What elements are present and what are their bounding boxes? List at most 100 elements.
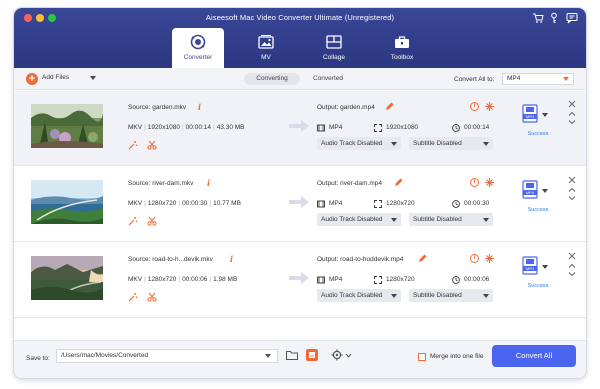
file-row[interactable]: Source: garden.mkv i MKV | 1920x1080 | 00:00… (14, 91, 586, 166)
scissors-icon[interactable] (147, 216, 157, 226)
source-resolution: 1280x720 (147, 200, 177, 207)
compress-icon[interactable] (485, 254, 494, 263)
convert-all-format-value: MP4 (507, 75, 521, 82)
audio-track-select[interactable]: Audio Track Disabled (317, 137, 401, 150)
source-resolution: 1280x720 (147, 276, 177, 283)
chevron-down-icon[interactable] (568, 194, 576, 202)
output-resolution: 1280x720 (386, 276, 415, 283)
file-row[interactable]: Source: road-to-h...devik.mkv i MKV | 1280… (14, 243, 586, 318)
pencil-icon[interactable] (385, 102, 394, 111)
app-window: Aiseesoft Mac Video Converter Ultimate (… (14, 8, 586, 378)
tab-converter-label: Converter (183, 54, 213, 61)
compress-icon[interactable] (485, 102, 494, 111)
chevron-down-icon (483, 294, 489, 298)
convert-all-format-select[interactable]: MP4 (502, 73, 574, 85)
output-resolution: 1280x720 (386, 200, 415, 207)
file-row[interactable]: Source: river-dam.mkv i MKV | 1280x720 | 00:… (14, 167, 586, 242)
save-path-select[interactable]: /Users/mac/Movies/Converted (56, 349, 278, 363)
film-icon (317, 200, 325, 208)
source-format: MKV (128, 276, 143, 283)
close-icon[interactable] (568, 176, 576, 184)
pencil-icon[interactable] (418, 254, 427, 263)
tab-collage[interactable]: Collage (308, 28, 360, 68)
chevron-down-icon[interactable] (90, 76, 96, 80)
magic-wand-icon[interactable] (128, 216, 138, 226)
source-format: MKV (128, 124, 143, 131)
source-size: 10.77 MB (213, 200, 241, 207)
key-icon[interactable] (548, 12, 560, 24)
info-circle-icon[interactable]: i (470, 102, 479, 111)
source-filename: Source: road-to-h...devik.mkv (128, 256, 213, 263)
chevron-up-icon[interactable] (568, 110, 576, 118)
chevron-down-icon (483, 218, 489, 222)
resize-icon (374, 124, 382, 132)
close-icon[interactable] (568, 252, 576, 260)
output-format-icon[interactable]: MP4 (522, 180, 538, 199)
source-resolution: 1920x1080 (147, 124, 180, 131)
chevron-up-icon[interactable] (568, 186, 576, 194)
tab-converter[interactable]: Converter (172, 28, 224, 68)
info-icon[interactable]: i (198, 102, 201, 112)
output-format: MP4 (329, 276, 343, 283)
title-bar: Aiseesoft Mac Video Converter Ultimate (… (14, 8, 586, 68)
tab-toolbox[interactable]: Toolbox (376, 28, 428, 68)
output-format-icon[interactable]: MP4 (522, 104, 538, 123)
subtitle-select[interactable]: Subtitle Disabled (409, 137, 493, 150)
close-icon[interactable] (568, 100, 576, 108)
folder-icon[interactable] (285, 348, 299, 362)
output-filename: Output: river-dam.mp4 (317, 180, 383, 187)
arrow-right-icon (288, 195, 310, 209)
video-thumbnail (31, 104, 103, 148)
audio-track-select[interactable]: Audio Track Disabled (317, 213, 401, 226)
tab-mv-label: MV (261, 54, 271, 61)
bottom-bar: Save to: /Users/mac/Movies/Converted on … (14, 340, 586, 378)
hardware-acceleration-icon[interactable]: on (305, 348, 319, 362)
tab-converted[interactable]: Converted (300, 73, 356, 85)
compress-icon[interactable] (485, 178, 494, 187)
magic-wand-icon[interactable] (128, 292, 138, 302)
chevron-down-icon[interactable] (542, 189, 548, 193)
source-format: MKV (128, 200, 143, 207)
gear-icon[interactable] (330, 348, 354, 362)
chevron-up-icon[interactable] (568, 262, 576, 270)
source-duration: 00:00:14 (185, 124, 211, 131)
source-size: 1.98 MB (213, 276, 238, 283)
scissors-icon[interactable] (147, 292, 157, 302)
audio-track-value: Audio Track Disabled (321, 140, 383, 147)
chevron-down-icon[interactable] (542, 113, 548, 117)
video-thumbnail (31, 180, 103, 224)
audio-track-select[interactable]: Audio Track Disabled (317, 289, 401, 302)
cart-icon[interactable] (532, 12, 544, 24)
merge-checkbox[interactable] (418, 353, 426, 361)
output-filename: Output: garden.mp4 (317, 104, 375, 111)
status-text: Success (527, 131, 549, 137)
plus-icon: + (26, 73, 38, 85)
source-filename: Source: river-dam.mkv (128, 180, 194, 187)
tab-mv[interactable]: MV (240, 28, 292, 68)
pencil-icon[interactable] (394, 178, 403, 187)
magic-wand-icon[interactable] (128, 140, 138, 150)
output-format-icon[interactable]: MP4 (522, 256, 538, 275)
convert-all-button[interactable]: Convert All (492, 345, 576, 367)
source-duration: 00:00:30 (182, 200, 208, 207)
chevron-down-icon[interactable] (542, 265, 548, 269)
chevron-down-icon[interactable] (568, 118, 576, 126)
output-format: MP4 (329, 200, 343, 207)
toolbar: + Add Files Converting Converted Convert… (14, 68, 586, 90)
feedback-icon[interactable] (566, 12, 578, 24)
info-circle-icon[interactable]: i (470, 254, 479, 263)
resize-icon (374, 276, 382, 284)
chevron-down-icon[interactable] (568, 270, 576, 278)
clock-icon (452, 200, 460, 208)
add-files-label: Add Files (42, 74, 70, 81)
film-icon (317, 276, 325, 284)
tab-converting[interactable]: Converting (244, 73, 300, 85)
source-meta: MKV | 1920x1080 | 00:00:14 | 43.30 MB (128, 124, 245, 131)
scissors-icon[interactable] (147, 140, 157, 150)
subtitle-select[interactable]: Subtitle Disabled (409, 289, 493, 302)
info-icon[interactable]: i (207, 178, 210, 188)
subtitle-select[interactable]: Subtitle Disabled (409, 213, 493, 226)
info-icon[interactable]: i (230, 254, 233, 264)
info-circle-icon[interactable]: i (470, 178, 479, 187)
audio-track-value: Audio Track Disabled (321, 216, 383, 223)
